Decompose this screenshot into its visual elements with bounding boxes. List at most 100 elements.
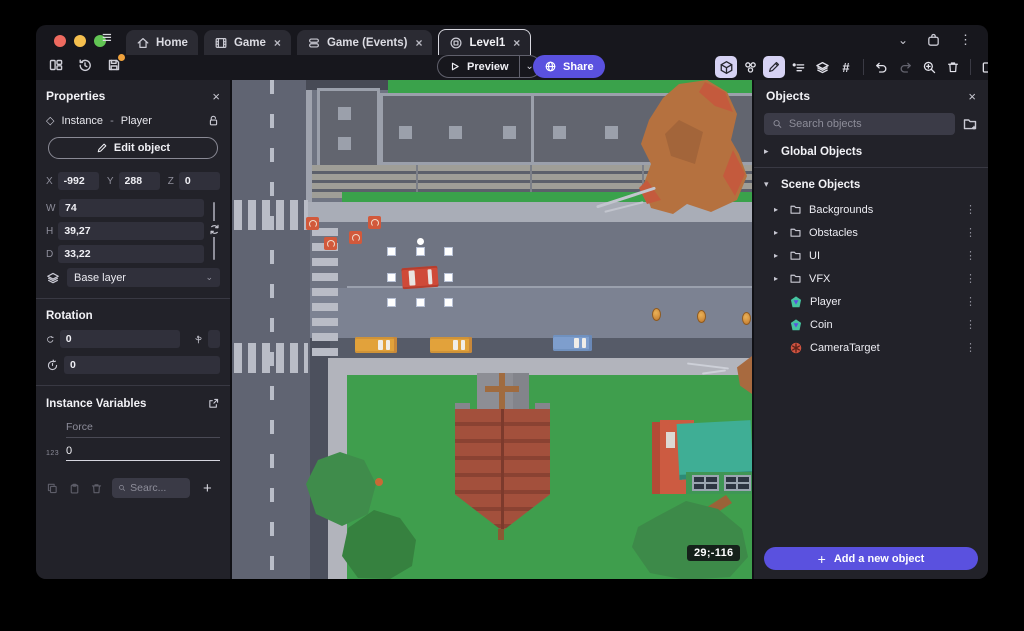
tool-zoom[interactable] [918, 56, 940, 78]
trash-icon[interactable] [90, 482, 103, 495]
chevron-down-icon[interactable]: ⌄ [898, 33, 908, 47]
width-field[interactable] [59, 199, 204, 217]
resize-handle-s[interactable] [415, 298, 425, 307]
traffic-cone[interactable] [306, 217, 319, 230]
traffic-cone[interactable] [349, 231, 362, 244]
kebab-menu-icon[interactable]: ⋮ [965, 226, 976, 239]
object-item-player[interactable]: Player ⋮ [754, 290, 988, 313]
share-button[interactable]: Share [533, 55, 605, 78]
object-folder-obstacles[interactable]: ▸ Obstacles ⋮ [754, 221, 988, 244]
add-folder-icon[interactable] [962, 116, 978, 132]
close-window-button[interactable] [54, 35, 66, 47]
extensions-icon[interactable] [926, 33, 941, 48]
tool-edit-scene-properties[interactable] [977, 56, 988, 78]
x-field[interactable] [57, 172, 99, 190]
object-item-coin[interactable]: Coin ⋮ [754, 313, 988, 336]
coin-instance[interactable] [697, 310, 706, 323]
kebab-menu-icon[interactable]: ⋮ [965, 295, 976, 308]
kebab-menu-icon[interactable]: ⋮ [965, 318, 976, 331]
tree-cluster-left[interactable] [302, 450, 434, 579]
tool-properties-list[interactable] [787, 56, 809, 78]
hamburger-menu-icon[interactable]: ≡ [102, 28, 112, 48]
lock-open-icon[interactable] [207, 114, 220, 127]
tool-redo[interactable] [894, 56, 916, 78]
save-button[interactable] [106, 54, 125, 73]
rotation-handle[interactable] [416, 238, 424, 245]
kebab-menu-icon[interactable]: ⋮ [959, 32, 972, 48]
height-field[interactable] [58, 222, 204, 240]
close-icon[interactable]: × [968, 89, 976, 104]
variable-value[interactable]: 0 [66, 445, 220, 461]
player-car[interactable] [401, 265, 439, 290]
kebab-menu-icon[interactable]: ⋮ [965, 272, 976, 285]
variables-search[interactable] [112, 478, 190, 498]
tab-close-icon[interactable]: × [274, 36, 281, 50]
tab-home[interactable]: Home [126, 30, 198, 55]
edit-object-button[interactable]: Edit object [48, 137, 218, 159]
paste-icon[interactable] [68, 482, 81, 495]
resize-handle-sw[interactable] [387, 298, 396, 307]
tab-game[interactable]: Game × [203, 30, 291, 55]
brick-tower-building[interactable] [455, 373, 550, 541]
tool-3d-view[interactable] [715, 56, 737, 78]
objects-search[interactable] [764, 113, 955, 135]
yellow-car[interactable] [355, 337, 397, 353]
tool-grid[interactable]: # [835, 56, 857, 78]
z-field[interactable] [178, 172, 221, 190]
resize-handle-se[interactable] [444, 298, 453, 307]
preview-button-main[interactable]: Preview [438, 60, 519, 73]
building-roof-tower[interactable] [317, 88, 380, 168]
open-external-icon[interactable] [207, 397, 220, 410]
close-icon[interactable]: × [212, 89, 220, 104]
scene-canvas[interactable]: 29;-116 [232, 80, 752, 579]
rotation-z-field[interactable] [64, 356, 220, 374]
layout-panels-icon[interactable] [48, 57, 64, 73]
resize-handle-n[interactable] [415, 247, 425, 256]
tab-close-icon[interactable]: × [513, 36, 520, 50]
global-objects-section[interactable]: ▸ Global Objects [754, 138, 988, 165]
copy-icon[interactable] [46, 482, 59, 495]
object-folder-backgrounds[interactable]: ▸ Backgrounds ⋮ [754, 198, 988, 221]
variable-name[interactable]: Force [66, 421, 220, 438]
resize-handle-e[interactable] [444, 272, 453, 282]
kebab-menu-icon[interactable]: ⋮ [965, 341, 976, 354]
y-field[interactable] [118, 172, 160, 190]
resize-handle-w[interactable] [387, 272, 396, 282]
preview-button[interactable]: Preview ⌄ [437, 55, 541, 78]
rotation-x-field[interactable] [59, 330, 181, 348]
object-folder-vfx[interactable]: ▸ VFX ⋮ [754, 267, 988, 290]
size-link-toggle[interactable] [206, 221, 222, 237]
rotation-y-field[interactable] [208, 330, 221, 348]
traffic-cone[interactable] [368, 216, 381, 229]
tool-layers[interactable] [811, 56, 833, 78]
minimize-window-button[interactable] [74, 35, 86, 47]
scene-objects-section[interactable]: ▾ Scene Objects [754, 171, 988, 198]
tool-instances[interactable] [739, 56, 761, 78]
tab-level1[interactable]: Level1 × [438, 29, 532, 55]
depth-field[interactable] [58, 245, 204, 263]
tool-edit[interactable] [763, 56, 785, 78]
object-item-cameratarget[interactable]: CameraTarget ⋮ [754, 336, 988, 359]
blue-car[interactable] [553, 335, 592, 351]
tree-cluster-right[interactable] [626, 495, 752, 579]
add-new-object-button[interactable]: + Add a new object [764, 547, 978, 570]
coin-instance[interactable] [652, 308, 661, 321]
resize-handle-ne[interactable] [444, 247, 453, 256]
tool-undo[interactable] [870, 56, 892, 78]
coin-instance[interactable] [742, 312, 751, 325]
layer-select[interactable]: Base layer ⌄ [67, 268, 220, 287]
objects-search-input[interactable] [788, 118, 947, 130]
object-folder-ui[interactable]: ▸ UI ⋮ [754, 244, 988, 267]
history-icon[interactable] [77, 57, 93, 73]
teal-roof-building[interactable] [652, 412, 752, 498]
kebab-menu-icon[interactable]: ⋮ [965, 249, 976, 262]
tool-delete[interactable] [942, 56, 964, 78]
tab-close-icon[interactable]: × [415, 36, 422, 50]
add-variable-button[interactable]: + [203, 480, 212, 497]
traffic-cone[interactable] [324, 237, 337, 250]
kebab-menu-icon[interactable]: ⋮ [965, 203, 976, 216]
tab-game-events[interactable]: Game (Events) × [296, 30, 433, 55]
variables-search-input[interactable] [130, 482, 184, 494]
resize-handle-nw[interactable] [387, 247, 396, 256]
selected-player-instance[interactable] [387, 238, 453, 307]
